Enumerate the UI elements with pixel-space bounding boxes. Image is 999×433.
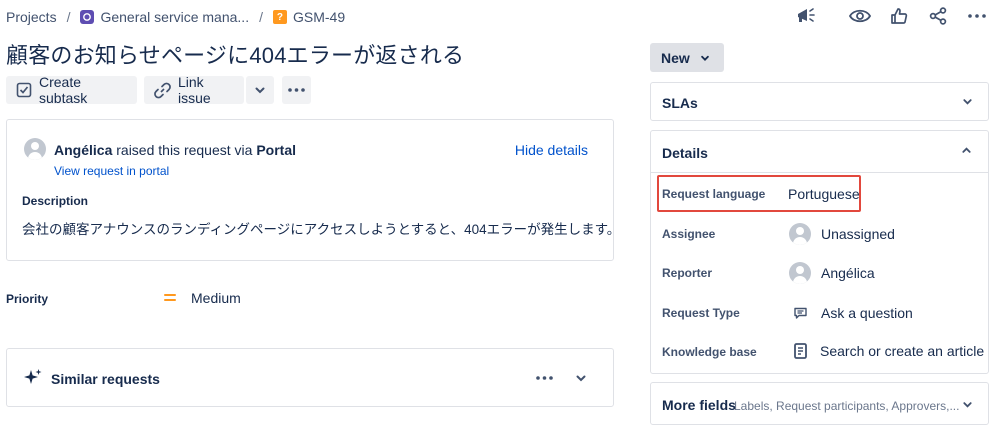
subtask-icon xyxy=(16,82,32,98)
more-fields-panel[interactable]: More fields Labels, Request participants… xyxy=(650,382,989,425)
description-text[interactable]: 会社の顧客アナウンスのランディングページにアクセスしようとすると、404エラーが… xyxy=(22,218,620,238)
status-dropdown-button[interactable]: New xyxy=(650,43,724,72)
create-subtask-label: Create subtask xyxy=(39,74,88,106)
more-icon xyxy=(288,88,305,92)
more-fields-heading: More fields xyxy=(662,397,736,413)
megaphone-icon[interactable] xyxy=(794,4,818,28)
more-actions-icon[interactable] xyxy=(965,4,989,28)
reporter-avatar xyxy=(24,138,46,160)
breadcrumb-issue-key[interactable]: GSM-49 xyxy=(293,9,345,25)
description-label: Description xyxy=(22,194,89,208)
request-type-label: Request Type xyxy=(662,306,740,320)
link-issue-button[interactable]: Link issue xyxy=(144,74,244,106)
chevron-down-icon[interactable] xyxy=(575,372,587,384)
status-label: New xyxy=(661,49,690,66)
request-raised-line: Angélica raised this request via Portal xyxy=(54,142,296,158)
request-language-value[interactable]: Portuguese xyxy=(788,186,860,202)
knowledge-base-field[interactable]: Search or create an article xyxy=(794,343,984,359)
details-panel: Details xyxy=(650,130,989,374)
share-icon[interactable] xyxy=(926,4,950,28)
link-issue-dropdown-button[interactable] xyxy=(246,76,274,104)
thumbs-up-icon[interactable] xyxy=(887,4,911,28)
chevron-down-icon xyxy=(700,53,710,63)
issue-actions-bar xyxy=(779,4,989,28)
watch-eye-icon[interactable] xyxy=(848,4,872,28)
sparkle-ai-icon xyxy=(23,368,43,388)
knowledge-base-value: Search or create an article xyxy=(820,343,985,359)
similar-requests-panel[interactable]: Similar requests xyxy=(6,348,614,407)
breadcrumb-project[interactable]: General service mana... xyxy=(100,9,249,25)
project-avatar-icon xyxy=(80,10,95,24)
request-raised-text: raised this request via xyxy=(112,142,257,158)
breadcrumb: Projects / General service mana... / ? G… xyxy=(6,8,345,26)
breadcrumb-separator: / xyxy=(259,9,263,25)
request-type-field[interactable]: Ask a question xyxy=(794,305,913,321)
assignee-avatar xyxy=(789,223,811,245)
assignee-value: Unassigned xyxy=(821,226,895,242)
assignee-field[interactable]: Unassigned xyxy=(789,223,895,245)
document-icon xyxy=(794,343,807,359)
priority-value: Medium xyxy=(191,290,241,306)
priority-medium-icon xyxy=(164,293,176,303)
chevron-down-icon xyxy=(254,84,266,96)
chevron-down-icon xyxy=(962,96,973,107)
priority-field[interactable]: Medium xyxy=(164,290,241,306)
view-request-in-portal-link[interactable]: View request in portal xyxy=(54,164,169,178)
reporter-label: Reporter xyxy=(662,266,713,280)
request-reporter-name[interactable]: Angélica xyxy=(54,142,112,158)
details-header[interactable]: Details xyxy=(651,131,988,173)
request-channel: Portal xyxy=(256,142,297,158)
priority-label: Priority xyxy=(6,292,49,306)
more-icon[interactable] xyxy=(536,376,553,380)
question-issue-type-icon: ? xyxy=(272,10,287,24)
assignee-label: Assignee xyxy=(662,227,716,241)
request-language-label: Request language xyxy=(662,187,766,201)
issue-title[interactable]: 顧客のお知らせページに404エラーが返される xyxy=(6,38,464,70)
breadcrumb-separator: / xyxy=(66,9,71,25)
knowledge-base-label: Knowledge base xyxy=(662,345,757,359)
link-icon xyxy=(154,82,171,99)
chevron-down-icon xyxy=(962,399,973,410)
slas-heading: SLAs xyxy=(662,95,698,111)
details-heading: Details xyxy=(662,145,708,161)
reporter-field[interactable]: Angélica xyxy=(789,262,875,284)
request-details-card: Angélica raised this request via Portal … xyxy=(6,119,620,261)
chevron-up-icon xyxy=(961,145,972,156)
slas-panel[interactable]: SLAs xyxy=(650,82,989,121)
create-subtask-button[interactable]: Create subtask xyxy=(6,74,137,106)
speech-bubble-icon xyxy=(794,307,807,319)
request-type-value: Ask a question xyxy=(821,305,913,321)
breadcrumb-projects[interactable]: Projects xyxy=(6,9,57,25)
more-fields-hint: Labels, Request participants, Approvers,… xyxy=(734,399,960,413)
reporter-avatar xyxy=(789,262,811,284)
more-toolbar-button[interactable] xyxy=(282,76,311,104)
hide-details-link[interactable]: Hide details xyxy=(515,142,588,158)
reporter-value: Angélica xyxy=(821,265,875,281)
similar-requests-label: Similar requests xyxy=(51,371,160,387)
link-issue-label: Link issue xyxy=(178,74,211,106)
